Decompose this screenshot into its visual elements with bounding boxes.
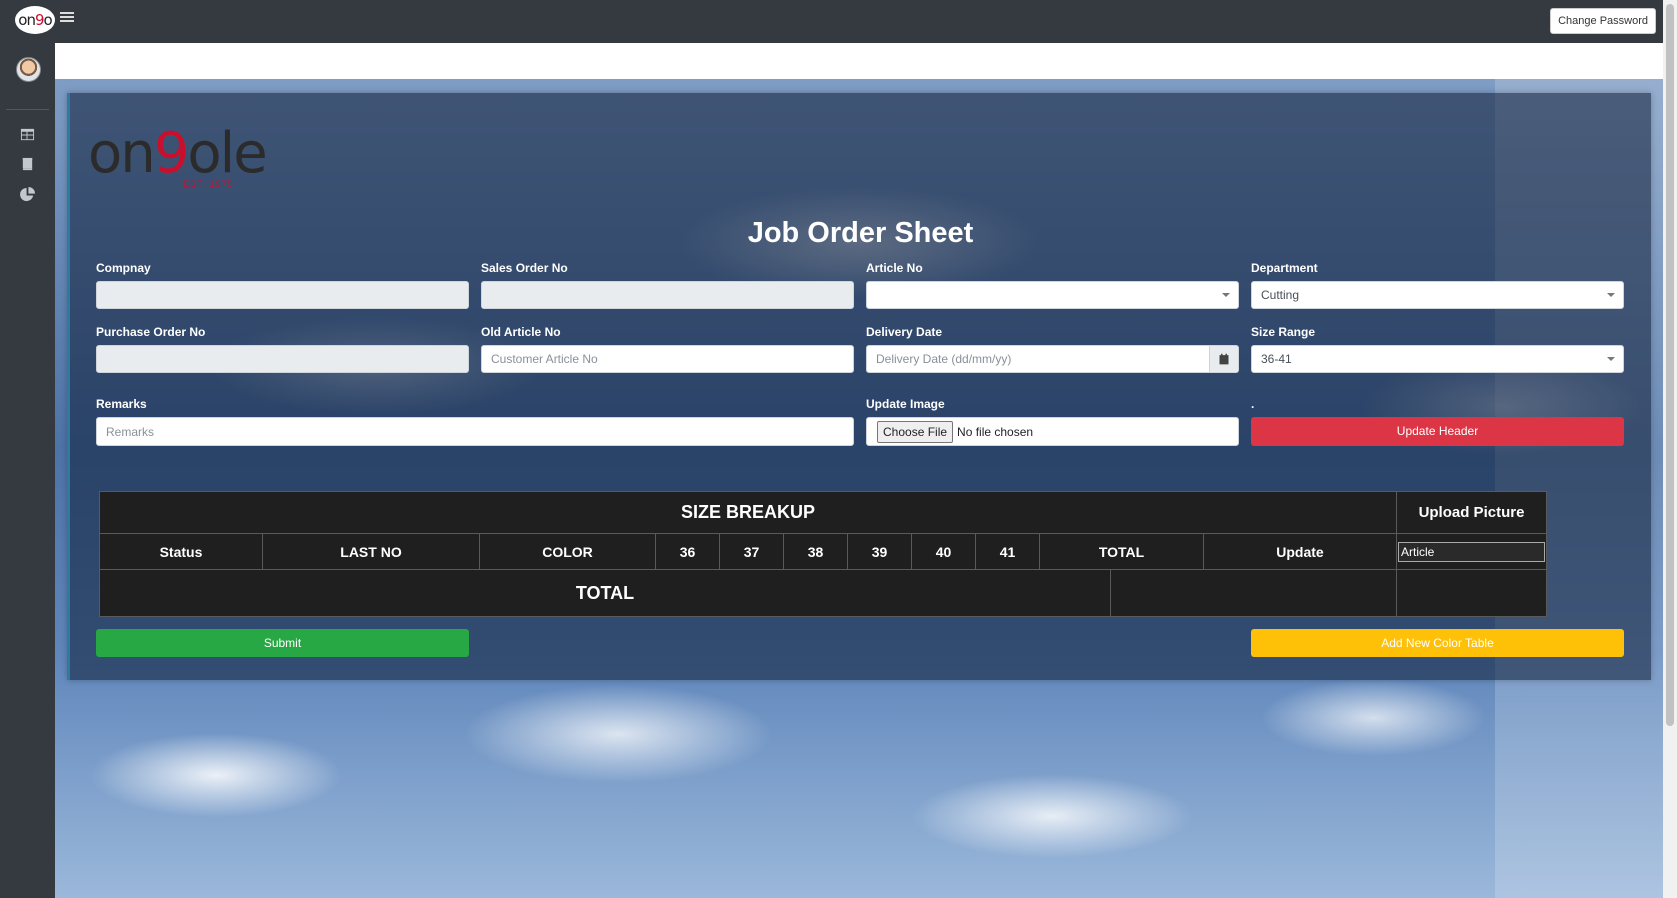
column-header-size-37: 37 bbox=[719, 533, 784, 570]
top-navbar: on 9 o Change Password bbox=[0, 0, 1677, 43]
file-status-text: No file chosen bbox=[957, 424, 1034, 439]
content-header-strip bbox=[55, 43, 1663, 79]
total-row-label: TOTAL bbox=[99, 569, 1111, 617]
column-header-total: TOTAL bbox=[1039, 533, 1204, 570]
column-header-color: COLOR bbox=[479, 533, 656, 570]
article-no-label: Article No bbox=[866, 261, 923, 275]
update-header-button[interactable]: Update Header bbox=[1251, 417, 1624, 446]
image-file-input[interactable]: Choose File No file chosen bbox=[866, 417, 1239, 446]
add-new-color-table-button[interactable]: Add New Color Table bbox=[1251, 629, 1624, 657]
column-header-size-41: 41 bbox=[975, 533, 1040, 570]
vertical-scrollbar[interactable] bbox=[1663, 0, 1677, 898]
scrollbar-thumb[interactable] bbox=[1666, 4, 1674, 726]
column-header-size-38: 38 bbox=[783, 533, 848, 570]
book-icon[interactable] bbox=[20, 157, 35, 172]
company-field[interactable] bbox=[96, 281, 469, 309]
upload-picture-header: Upload Picture bbox=[1396, 491, 1547, 534]
chevron-down-icon bbox=[1222, 293, 1230, 297]
size-range-label: Size Range bbox=[1251, 325, 1316, 339]
submit-button[interactable]: Submit bbox=[96, 629, 469, 657]
column-header-update: Update bbox=[1203, 533, 1397, 570]
column-header-size-40: 40 bbox=[911, 533, 976, 570]
column-header-status: Status bbox=[99, 533, 263, 570]
purchase-order-field[interactable] bbox=[96, 345, 469, 373]
company-label: Compnay bbox=[96, 261, 151, 275]
total-row-value bbox=[1110, 569, 1397, 617]
remarks-field[interactable] bbox=[96, 417, 854, 446]
delivery-date-field[interactable] bbox=[866, 345, 1210, 373]
old-article-field[interactable] bbox=[481, 345, 854, 373]
calendar-icon[interactable] bbox=[1209, 345, 1239, 373]
page-title: Job Order Sheet bbox=[747, 217, 974, 249]
chevron-down-icon bbox=[1607, 357, 1615, 361]
avatar[interactable] bbox=[16, 57, 41, 82]
purchase-order-label: Purchase Order No bbox=[96, 325, 206, 339]
table-icon[interactable] bbox=[20, 127, 35, 142]
change-password-button[interactable]: Change Password bbox=[1550, 8, 1656, 34]
menu-toggle-icon[interactable] bbox=[60, 10, 74, 24]
column-header-last-no: LAST NO bbox=[262, 533, 480, 570]
column-header-size-39: 39 bbox=[847, 533, 912, 570]
size-breakup-table: SIZE BREAKUP Upload Picture Status LAST … bbox=[99, 491, 1547, 617]
article-image[interactable]: Article bbox=[1398, 542, 1545, 562]
size-range-select[interactable]: 36-41 bbox=[1251, 345, 1624, 373]
delivery-date-label: Delivery Date bbox=[866, 325, 943, 339]
old-article-label: Old Article No bbox=[481, 325, 561, 339]
article-no-select[interactable] bbox=[866, 281, 1239, 309]
spacer-label: . bbox=[1251, 397, 1255, 411]
chevron-down-icon bbox=[1607, 293, 1615, 297]
content-area: on9ole EST. 1975 Job Order Sheet Compnay… bbox=[55, 43, 1663, 898]
department-select[interactable]: Cutting bbox=[1251, 281, 1624, 309]
sales-order-field[interactable] bbox=[481, 281, 854, 309]
company-logo: on9ole EST. 1975 bbox=[88, 121, 268, 189]
choose-file-button[interactable]: Choose File bbox=[877, 420, 954, 443]
total-row-picture-cell bbox=[1396, 569, 1547, 617]
size-breakup-header: SIZE BREAKUP bbox=[99, 491, 1397, 534]
pie-chart-icon[interactable] bbox=[20, 187, 35, 202]
remarks-label: Remarks bbox=[96, 397, 147, 411]
sidebar bbox=[0, 43, 55, 898]
sidebar-divider bbox=[6, 109, 49, 110]
update-image-label: Update Image bbox=[866, 397, 945, 411]
job-order-card: on9ole EST. 1975 Job Order Sheet Compnay… bbox=[67, 93, 1651, 680]
column-header-size-36: 36 bbox=[655, 533, 720, 570]
department-label: Department bbox=[1251, 261, 1318, 275]
sales-order-label: Sales Order No bbox=[481, 261, 568, 275]
brand-logo[interactable]: on 9 o bbox=[15, 6, 55, 34]
